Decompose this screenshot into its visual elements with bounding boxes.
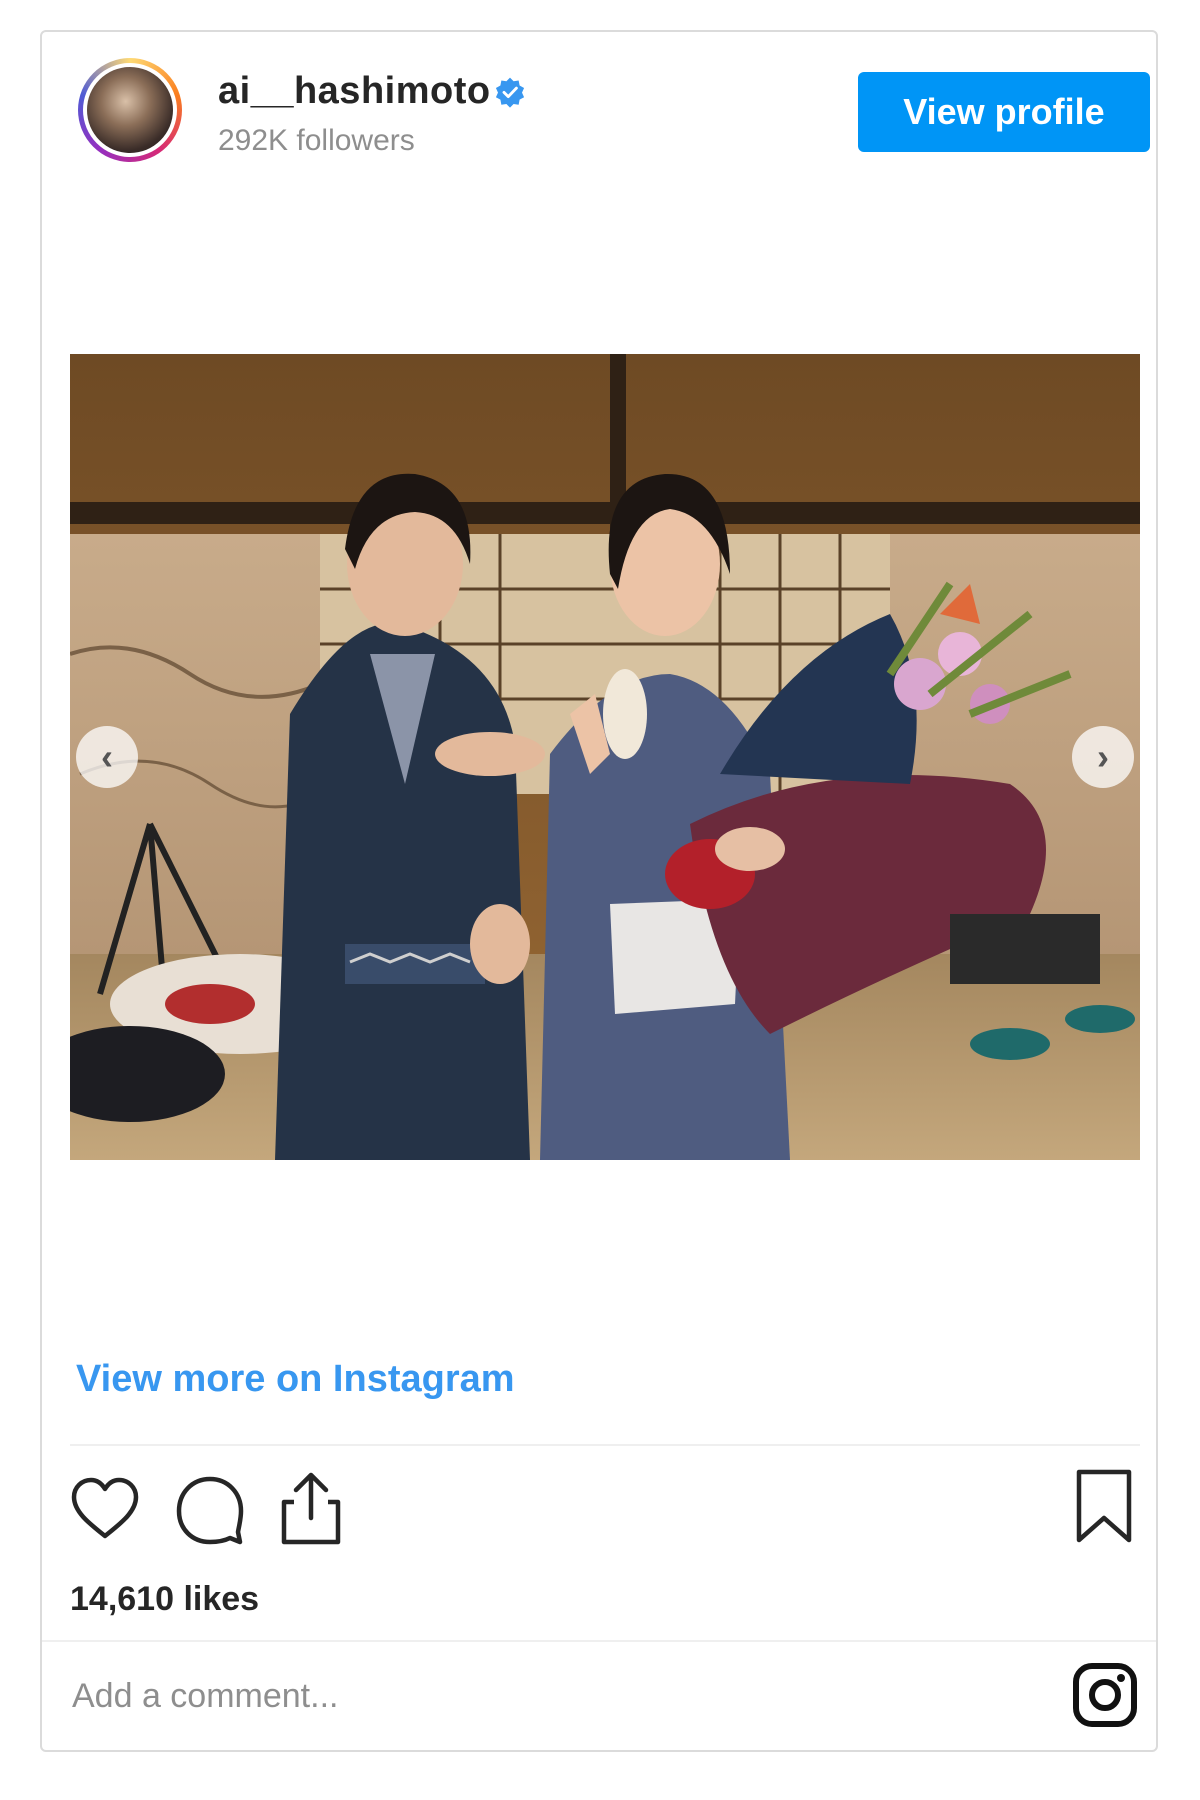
divider: [42, 1640, 1156, 1642]
heart-icon[interactable]: [70, 1476, 140, 1542]
action-bar: [42, 1462, 1156, 1552]
add-comment-input[interactable]: [70, 1660, 974, 1732]
avatar-image: [87, 67, 173, 153]
divider: [70, 1444, 1140, 1446]
previous-photo-button[interactable]: ‹: [76, 726, 138, 788]
post-header: ai__hashimoto 292K followers View profil…: [42, 32, 1156, 212]
next-photo-button[interactable]: ›: [1072, 726, 1134, 788]
comment-icon[interactable]: [174, 1474, 246, 1546]
chevron-right-icon: ›: [1097, 736, 1109, 777]
verified-badge-icon: [495, 77, 525, 108]
view-more-on-instagram-link[interactable]: View more on Instagram: [76, 1358, 515, 1401]
post-photo[interactable]: ‹ ›: [70, 354, 1140, 1160]
share-icon[interactable]: [278, 1470, 344, 1546]
chevron-left-icon: ‹: [101, 736, 113, 777]
bookmark-icon[interactable]: [1074, 1468, 1134, 1544]
like-count[interactable]: 14,610 likes: [70, 1580, 259, 1619]
instagram-icon[interactable]: [1072, 1662, 1138, 1728]
photo-illustration: [70, 354, 1140, 1160]
username[interactable]: ai__hashimoto: [218, 70, 491, 113]
follower-count: 292K followers: [218, 124, 415, 157]
avatar[interactable]: [78, 58, 182, 162]
avatar-border: [83, 63, 177, 157]
view-profile-button[interactable]: View profile: [858, 72, 1150, 152]
instagram-embed-card: ai__hashimoto 292K followers View profil…: [40, 30, 1158, 1752]
